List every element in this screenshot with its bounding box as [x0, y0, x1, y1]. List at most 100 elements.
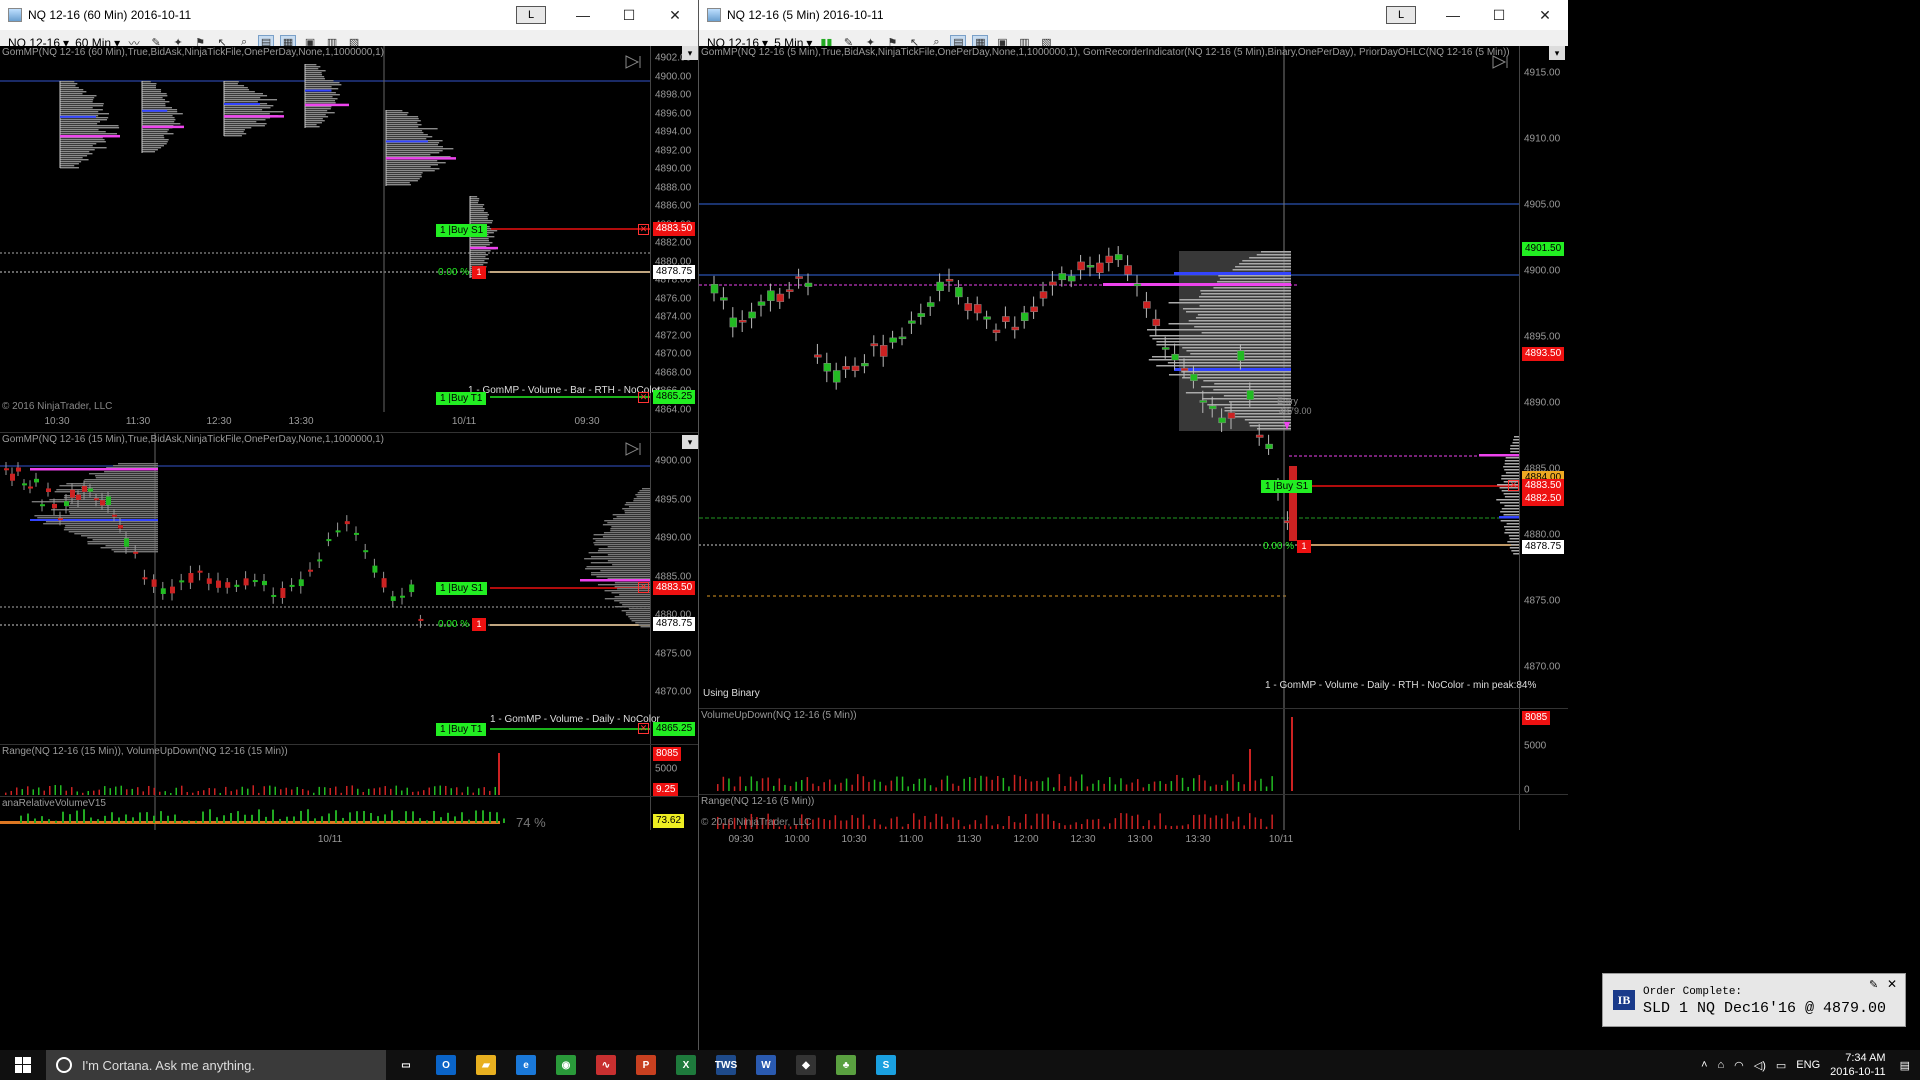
price-axis[interactable]: 4900.00 4895.00 4890.00 4885.00 4880.00 4875.…: [650, 433, 698, 744]
relative-volume-panel[interactable]: anaRelativeVolumeV15 74 % 73.62: [0, 796, 698, 830]
taskbar-tws-icon[interactable]: TWS: [706, 1050, 746, 1080]
volume-bar: [472, 792, 474, 795]
taskbar-edge-icon[interactable]: e: [506, 1050, 546, 1080]
window-titlebar[interactable]: NQ 12-16 (5 Min) 2016-10-11 L — ☐ ✕: [699, 0, 1568, 30]
volume-profile-bar: [60, 133, 118, 135]
taskbar-word-icon[interactable]: W: [746, 1050, 786, 1080]
candle-body: [151, 579, 157, 587]
volume-up-down-panel[interactable]: VolumeUpDown(NQ 12-16 (5 Min)) 8085 5000…: [699, 708, 1568, 794]
taskbar-file-explorer-icon[interactable]: ▰: [466, 1050, 506, 1080]
time-label: 11:30: [125, 416, 151, 427]
volume-profile-bar: [624, 504, 650, 506]
volume-bar: [1260, 778, 1262, 791]
candle-body: [10, 473, 15, 481]
scroll-to-end-icon[interactable]: [624, 441, 644, 457]
close-button[interactable]: ✕: [652, 0, 698, 30]
volume-profile-bar: [470, 216, 488, 218]
volume-label: 8085: [653, 747, 682, 761]
volume-profile-bar: [638, 624, 650, 626]
volume-profile-bar: [305, 66, 321, 68]
volume-profile-bar: [305, 76, 325, 78]
taskbar-tradestation-icon[interactable]: ◆: [786, 1050, 826, 1080]
minimize-button[interactable]: —: [1430, 0, 1476, 30]
close-button[interactable]: ✕: [1522, 0, 1568, 30]
minimize-button[interactable]: —: [560, 0, 606, 30]
language-indicator[interactable]: ENG: [1796, 1059, 1820, 1071]
price-panel-60min[interactable]: GomMP(NQ 12-16 (60 Min),True,BidAsk,Ninj…: [0, 46, 698, 432]
chevron-up-icon[interactable]: ˄: [1701, 1059, 1707, 1071]
volume-profile-bar: [625, 612, 650, 614]
buy-target-order-bar[interactable]: 1 |Buy T1: [436, 723, 487, 736]
panel-dropdown-button[interactable]: ▾: [1549, 46, 1565, 60]
time-axis[interactable]: 10:30 11:30 12:30 13:30 10/11 09:30: [0, 414, 650, 432]
indicator-title: GomMP(NQ 12-16 (5 Min),True,BidAsk,Ninja…: [701, 47, 1510, 58]
relative-volume-bar: [27, 813, 29, 823]
taskbar-outlook-icon[interactable]: O: [426, 1050, 466, 1080]
cancel-order-icon[interactable]: ✕: [1508, 480, 1519, 491]
range-bar: [1008, 816, 1010, 829]
buy-stop-order-bar[interactable]: 1 |Buy S1: [1261, 480, 1313, 493]
taskbar-skype-icon[interactable]: S: [866, 1050, 906, 1080]
taskbar-ninjatrader-icon[interactable]: ∿: [586, 1050, 626, 1080]
taskbar-chrome-icon[interactable]: ◉: [546, 1050, 586, 1080]
cortana-search-box[interactable]: I'm Cortana. Ask me anything.: [46, 1050, 386, 1080]
time-axis[interactable]: 09:30 10:00 10:30 11:00 11:30 12:00 12:30 13:00…: [699, 830, 1568, 1050]
volume-icon[interactable]: ◁): [1754, 1059, 1766, 1072]
cancel-order-icon[interactable]: ✕: [638, 392, 649, 403]
wifi-icon[interactable]: ◠: [1734, 1059, 1744, 1072]
network-icon[interactable]: ⌂: [1718, 1059, 1725, 1071]
candle-body: [40, 504, 45, 507]
order-complete-notification[interactable]: IB Order Complete: SLD 1 NQ Dec16'16 @ 4…: [1602, 973, 1906, 1027]
maximize-button[interactable]: ☐: [606, 0, 652, 30]
volume-bar: [845, 778, 848, 791]
taskbar-excel-icon[interactable]: X: [666, 1050, 706, 1080]
time-label: 12:30: [206, 416, 232, 427]
relative-volume-axis[interactable]: 73.62: [650, 797, 698, 830]
volume-profile-bar: [1234, 416, 1291, 418]
buy-stop-order-bar[interactable]: 1 |Buy S1: [436, 582, 488, 595]
keyboard-icon[interactable]: ▭: [1776, 1059, 1786, 1072]
window-titlebar[interactable]: NQ 12-16 (60 Min) 2016-10-11 L — ☐ ✕: [0, 0, 698, 30]
volume-axis[interactable]: 8085 5000 0: [1519, 709, 1568, 794]
layout-lock-badge[interactable]: L: [1386, 6, 1416, 24]
range-axis[interactable]: [1519, 795, 1568, 830]
start-button[interactable]: [0, 1050, 46, 1080]
candle-body: [243, 578, 249, 586]
volume-axis[interactable]: 5000 8085 9.25: [650, 745, 698, 796]
position-quantity-marker[interactable]: 1: [472, 266, 486, 279]
panel-dropdown-button[interactable]: ▾: [682, 435, 698, 449]
buy-target-order-bar[interactable]: 1 |Buy T1: [436, 392, 487, 405]
scroll-to-end-icon[interactable]: [1491, 54, 1511, 70]
taskbar-app-green-icon[interactable]: ♣: [826, 1050, 866, 1080]
clock[interactable]: 7:34 AM 2016-10-11: [1830, 1051, 1885, 1079]
position-quantity-marker[interactable]: 1: [472, 618, 486, 631]
volume-profile-bar: [142, 91, 162, 93]
cancel-order-icon[interactable]: ✕: [638, 582, 649, 593]
notification-icon[interactable]: ▤: [1900, 1059, 1910, 1072]
volume-profile-bar: [95, 475, 158, 477]
taskbar-powerpoint-icon[interactable]: P: [626, 1050, 666, 1080]
taskbar-task-view-icon[interactable]: ▭: [386, 1050, 426, 1080]
buy-stop-order-bar[interactable]: 1 |Buy S1: [436, 224, 488, 237]
volume-profile-bar: [596, 576, 650, 578]
range-bar: [1187, 824, 1189, 829]
maximize-button[interactable]: ☐: [1476, 0, 1522, 30]
position-quantity-marker[interactable]: 1: [1297, 540, 1311, 553]
volume-bar: [1047, 777, 1049, 791]
time-axis[interactable]: 10/11: [0, 830, 698, 1050]
cancel-order-icon[interactable]: ✕: [638, 723, 649, 734]
layout-lock-badge[interactable]: L: [516, 6, 546, 24]
pin-icon[interactable]: ✎: [1869, 978, 1878, 991]
panel-dropdown-button[interactable]: ▾: [682, 46, 698, 60]
close-icon[interactable]: ✕: [1887, 977, 1897, 991]
price-panel-5min[interactable]: GomMP(NQ 12-16 (5 Min),True,BidAsk,Ninja…: [699, 46, 1568, 708]
relative-volume-bar: [209, 809, 211, 823]
cancel-order-icon[interactable]: ✕: [638, 224, 649, 235]
price-panel-15min[interactable]: GomMP(NQ 12-16 (15 Min),True,BidAsk,Ninj…: [0, 432, 698, 744]
range-panel[interactable]: Range(NQ 12-16 (5 Min)) © 2016 NinjaTrad…: [699, 794, 1568, 830]
volume-bar: [307, 790, 309, 795]
scroll-to-end-icon[interactable]: [624, 54, 644, 70]
price-axis[interactable]: 4902.00 4900.00 4898.00 4896.00 4894.00 4892.…: [650, 46, 698, 432]
range-volume-panel[interactable]: Range(NQ 12-16 (15 Min)), VolumeUpDown(N…: [0, 744, 698, 796]
price-axis[interactable]: 4915.00 4910.00 4905.00 4900.00 4895.00 4890.…: [1519, 46, 1568, 708]
